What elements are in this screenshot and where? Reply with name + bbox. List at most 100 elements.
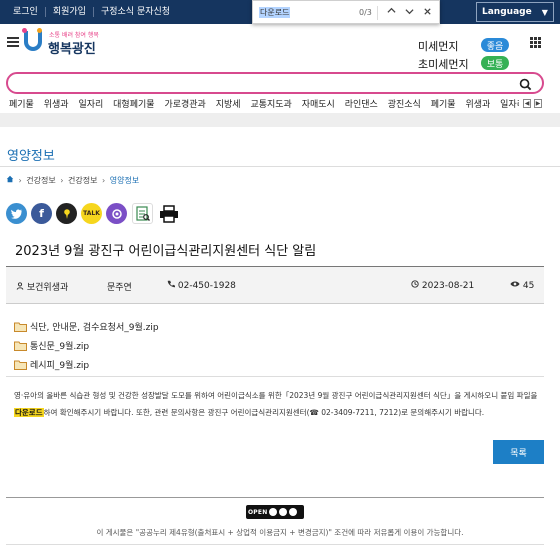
fine-dust-label: 미세먼지 <box>418 40 459 53</box>
user-icon <box>16 282 24 290</box>
author-name: 문주연 <box>107 283 132 293</box>
search-box <box>6 72 544 94</box>
print-preview-icon[interactable] <box>132 203 153 224</box>
keyword-link[interactable]: 교통지도과 <box>250 100 291 110</box>
eye-icon <box>510 281 520 287</box>
keyword-link[interactable]: 라인댄스 <box>345 100 378 110</box>
divider <box>0 166 560 167</box>
divider <box>6 544 544 545</box>
home-icon[interactable] <box>6 175 17 185</box>
views-meta: 45 <box>510 280 534 291</box>
attachment-item[interactable]: 통신문_9월.zip <box>14 336 159 355</box>
license-noderivs-icon <box>289 508 298 516</box>
top-links: 로그인 회원가입 구정소식 문자신청 <box>6 0 177 24</box>
post-body: 영·유아의 올바른 식습관 형성 및 건강한 성장발달 도모를 위하여 어린이급… <box>14 387 542 421</box>
all-menu-grid-icon[interactable] <box>530 37 541 48</box>
folder-icon <box>14 360 27 370</box>
keyword-link[interactable]: 일자리 <box>500 100 519 110</box>
keyword-link[interactable]: 자매도시 <box>302 100 335 110</box>
logo-dot <box>22 28 27 33</box>
chevron-up-icon[interactable] <box>387 6 396 18</box>
twitter-icon[interactable] <box>6 203 27 224</box>
language-label: Language <box>482 7 532 17</box>
attachment-item[interactable]: 식단, 안내문, 검수요청서_9월.zip <box>14 317 159 336</box>
find-in-page-bar: 다운로드 0/3 <box>252 0 440 24</box>
department-name: 보건위생과 <box>26 283 69 293</box>
post-body-text: 하여 확인해주시기 바랍니다. 또한, 관련 문의사항은 광진구 어린이급식관리… <box>43 408 485 417</box>
band-icon[interactable] <box>106 203 127 224</box>
language-select[interactable]: Language ▼ <box>476 2 554 22</box>
folder-icon <box>14 322 27 332</box>
popular-keywords: 폐기물 위생과 일자리 대형폐기물 가로경관과 지방세 교통지도과 자매도시 라… <box>9 97 519 111</box>
license-noncommercial-icon <box>279 508 288 516</box>
attachment-list: 식단, 안내문, 검수요청서_9월.zip 통신문_9월.zip 레시피_9월.… <box>14 317 159 374</box>
logo-text: 행복광진 <box>48 42 96 57</box>
chevron-left-icon[interactable]: ◀ <box>523 99 531 108</box>
keyword-link[interactable]: 일자리 <box>78 100 103 110</box>
find-match-count: 0/3 <box>359 7 372 17</box>
breadcrumb: › 건강정보 › 건강정보 › 영양정보 <box>6 175 139 186</box>
kakaotalk-icon[interactable]: TALK <box>81 203 102 224</box>
close-icon[interactable] <box>423 7 432 19</box>
attachment-name[interactable]: 레시피_9월.zip <box>30 358 89 371</box>
breadcrumb-item[interactable]: 건강정보 <box>68 176 97 185</box>
post-title: 2023년 9월 광진구 어린이급식관리지원센터 식단 알림 <box>15 244 317 259</box>
divider <box>6 376 544 377</box>
keyword-link[interactable]: 위생과 <box>465 100 490 110</box>
attachment-item[interactable]: 레시피_9월.zip <box>14 355 159 374</box>
phone-number: 02-450-1928 <box>177 281 236 291</box>
keyword-link[interactable]: 가로경관과 <box>164 100 205 110</box>
keyword-link[interactable]: 폐기물 <box>9 100 34 110</box>
divider <box>6 497 544 498</box>
signup-link[interactable]: 회원가입 <box>46 7 94 17</box>
logo-dot <box>37 28 42 33</box>
license-label: OPEN <box>248 508 268 516</box>
chevron-down-icon: ▼ <box>541 7 548 17</box>
keyword-link[interactable]: 지방세 <box>216 100 241 110</box>
license-attribution-icon <box>269 508 278 516</box>
ultrafine-dust-label: 초미세먼지 <box>418 58 469 71</box>
facebook-icon[interactable]: f <box>31 203 52 224</box>
date-meta: 2023-08-21 <box>411 280 474 291</box>
news-sms-link[interactable]: 구정소식 문자신청 <box>94 7 177 17</box>
department-meta: 보건위생과 <box>16 280 68 293</box>
divider <box>6 303 544 304</box>
fine-dust-status-badge: 좋음 <box>481 38 509 52</box>
find-divider <box>377 6 378 20</box>
phone-meta: 02-450-1928 <box>167 280 236 291</box>
breadcrumb-current: 영양정보 <box>109 176 140 185</box>
attachment-name[interactable]: 통신문_9월.zip <box>30 339 89 352</box>
license-note: 이 게시물은 "공공누리 제4유형(출처표시 + 상업적 이용금지 + 변경금지… <box>96 528 464 537</box>
page-title: 영양정보 <box>7 149 55 164</box>
gray-band <box>0 113 560 127</box>
clock-icon <box>411 280 419 288</box>
login-link[interactable]: 로그인 <box>6 7 46 17</box>
logo-mark <box>24 31 42 51</box>
post-body-text: 영·유아의 올바른 식습관 형성 및 건강한 성장발달 도모를 위하여 어린이급… <box>14 391 538 400</box>
chevron-right-icon[interactable]: ▶ <box>534 99 542 108</box>
ultrafine-dust-status-badge: 보통 <box>481 56 509 70</box>
kakaostory-icon[interactable] <box>56 203 77 224</box>
find-highlight: 다운로드 <box>14 408 44 417</box>
folder-icon <box>14 341 27 351</box>
print-icon[interactable] <box>158 203 179 224</box>
site-logo[interactable]: 소통 배려 참여 행복 행복광진 <box>22 28 112 58</box>
attachment-name[interactable]: 식단, 안내문, 검수요청서_9월.zip <box>30 320 159 333</box>
list-button[interactable]: 목록 <box>493 440 544 464</box>
hamburger-menu-icon[interactable] <box>7 37 19 47</box>
search-input[interactable] <box>18 76 508 91</box>
search-icon[interactable] <box>519 76 532 91</box>
find-input[interactable]: 다운로드 <box>259 6 291 18</box>
post-meta: 보건위생과 문주연 02-450-1928 2023-08-21 45 <box>6 267 544 303</box>
open-license-badge: OPEN <box>246 505 304 519</box>
phone-icon <box>167 280 175 288</box>
breadcrumb-item[interactable]: 건강정보 <box>26 176 55 185</box>
chevron-down-icon[interactable] <box>405 7 414 19</box>
keyword-link[interactable]: 대형폐기물 <box>113 100 154 110</box>
keyword-link[interactable]: 광진소식 <box>388 100 421 110</box>
post-date: 2023-08-21 <box>421 281 475 291</box>
page: 로그인 회원가입 구정소식 문자신청 Language ▼ 다운로드 0/3 소… <box>0 0 560 554</box>
keyword-link[interactable]: 위생과 <box>44 100 69 110</box>
view-count: 45 <box>522 281 535 291</box>
keyword-link[interactable]: 폐기물 <box>431 100 456 110</box>
